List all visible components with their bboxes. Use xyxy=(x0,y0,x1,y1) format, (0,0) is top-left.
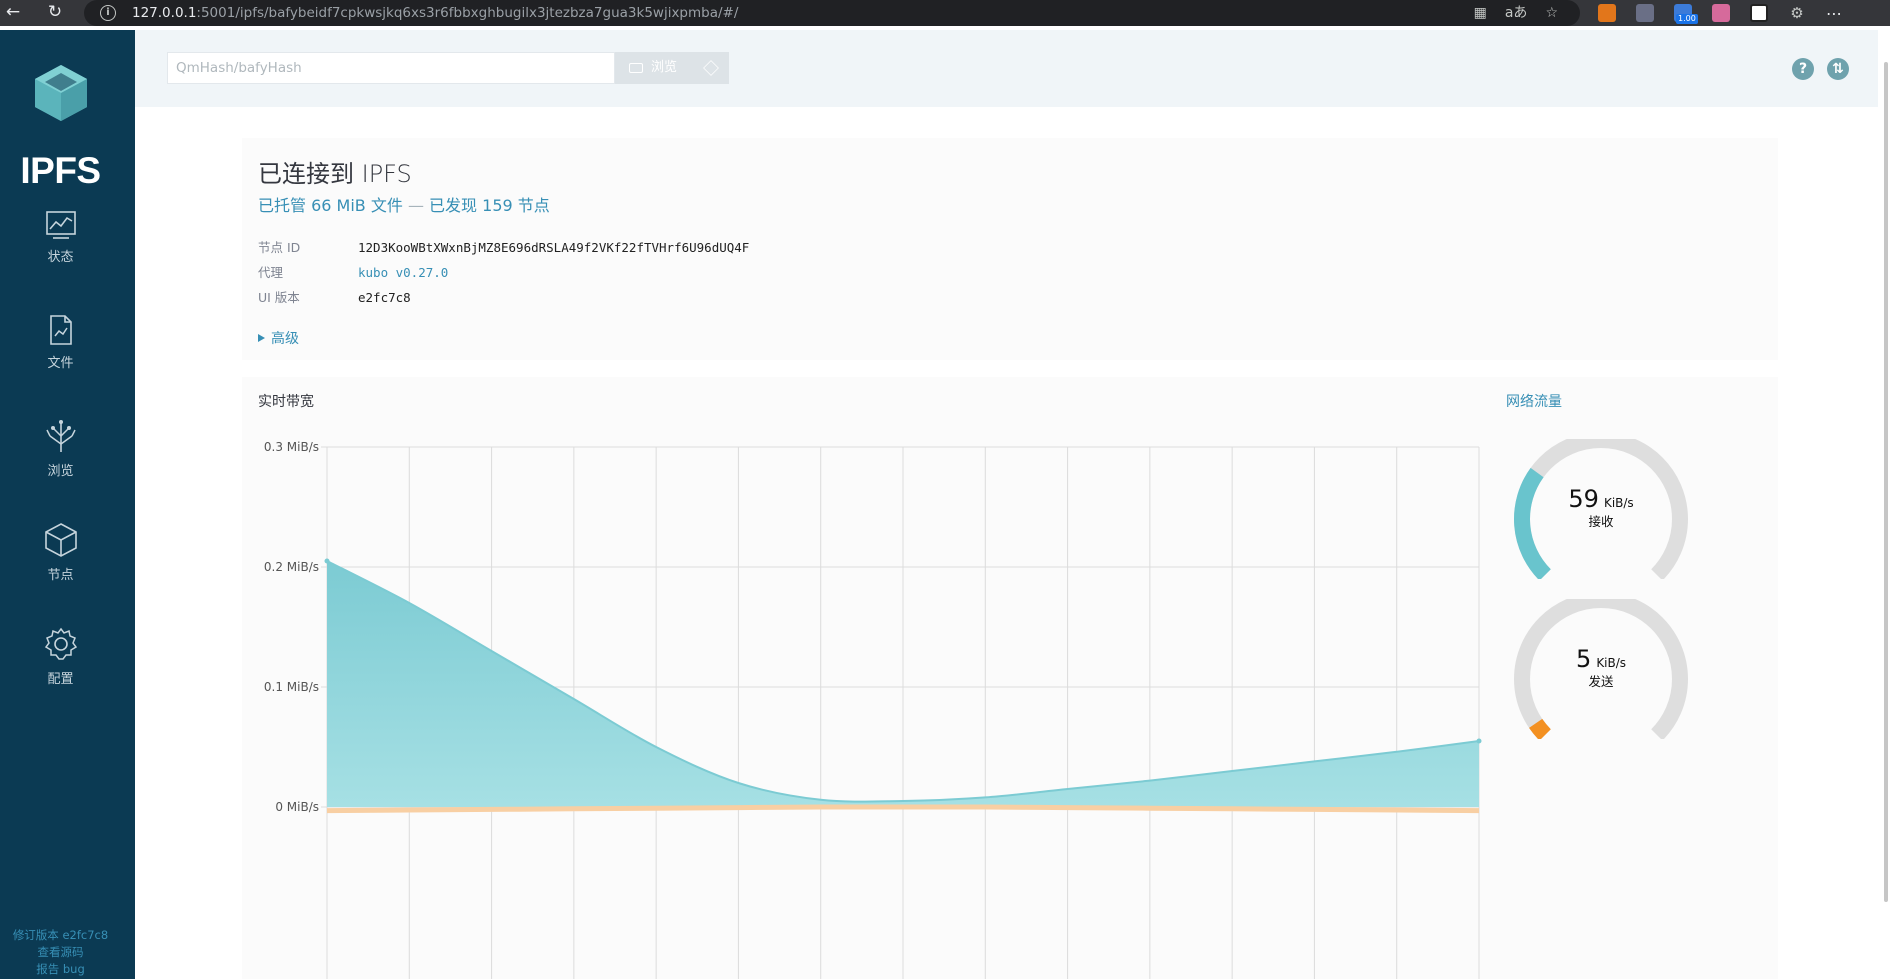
revision-link[interactable]: 修订版本 e2fc7c8 xyxy=(0,927,121,944)
tree-icon xyxy=(45,420,76,452)
browser-toolbar: ← ↻ i 127.0.0.1:5001/ipfs/bafybeidf7cpkw… xyxy=(0,0,1890,26)
receive-value: 59 xyxy=(1568,485,1599,513)
advanced-label: 高级 xyxy=(271,331,299,347)
y-tick-label: 0.1 MiB/s xyxy=(264,680,319,694)
receive-unit: KiB/s xyxy=(1603,496,1634,510)
separator: — xyxy=(407,196,424,215)
document-icon xyxy=(49,315,72,345)
face-extension-icon[interactable] xyxy=(1750,4,1768,22)
counter-extension-icon[interactable]: 1.00 xyxy=(1674,4,1698,24)
ui-version-label: UI 版本 xyxy=(258,290,300,305)
agent-row: 代理 kubo v0.27.0 xyxy=(258,262,448,281)
receive-readout: 59 KiB/s 接收 xyxy=(1513,485,1689,530)
connection-title: 已连接到 IPFS xyxy=(258,160,412,188)
scrollbar-thumb[interactable] xyxy=(1884,62,1888,902)
node-id-value: 12D3KooWBtXWxnBjMZ8E696dRSLA49f2VKf22fTV… xyxy=(358,240,750,255)
sidebar-item-status[interactable]: 状态 xyxy=(0,210,121,265)
help-icon[interactable]: ? xyxy=(1792,58,1814,80)
page-scrollbar[interactable] xyxy=(1878,26,1890,979)
y-tick-label: 0 MiB/s xyxy=(275,800,319,814)
view-source-link[interactable]: 查看源码 xyxy=(0,944,121,961)
node-id-row: 节点 ID 12D3KooWBtXWxnBjMZ8E696dRSLA49f2VKf… xyxy=(258,237,749,256)
extension-badge: 1.00 xyxy=(1676,14,1698,24)
agent-extension-icon[interactable] xyxy=(1636,4,1654,22)
caret-right-icon xyxy=(258,334,265,342)
translate-icon[interactable]: aあ xyxy=(1505,0,1528,26)
reading-mode-icon[interactable]: ▦ xyxy=(1474,0,1487,26)
status-card: 已连接到 IPFS 已托管 66 MiB 文件 — 已发现 159 节点 节点 … xyxy=(242,138,1778,360)
search-input[interactable]: QmHash/bafyHash xyxy=(167,52,615,84)
receive-gauge: 59 KiB/s 接收 xyxy=(1513,432,1689,581)
sync-icon[interactable]: ⇅ xyxy=(1827,58,1849,80)
sidebar-item-label: 状态 xyxy=(47,250,74,265)
bandwidth-chart: 0 MiB/s 0.1 MiB/s 0.2 MiB/s 0.3 MiB/s xyxy=(264,440,1482,979)
sidebar-item-label: 配置 xyxy=(47,672,74,687)
sidebar-item-peers[interactable]: 节点 xyxy=(0,522,121,583)
url-host: 127.0.0.1 xyxy=(132,5,197,21)
bandwidth-card: 实时带宽 网络流量 0 MiB/s 0.1 MiB/s 0.2 MiB/s 0.3 M… xyxy=(242,377,1778,979)
browse-label: 浏览 xyxy=(651,60,678,75)
gear-icon xyxy=(44,627,77,660)
reload-icon[interactable]: ↻ xyxy=(42,0,68,26)
info-icon[interactable]: i xyxy=(100,5,116,21)
sidebar-item-files[interactable]: 文件 xyxy=(0,314,121,371)
send-label: 发送 xyxy=(1588,674,1614,689)
sidebar-item-label: 浏览 xyxy=(47,464,74,479)
send-readout: 5 KiB/s 发送 xyxy=(1513,645,1689,690)
top-bar: QmHash/bafyHash 浏览 ? ⇅ xyxy=(135,30,1890,107)
sidebar-item-label: 节点 xyxy=(47,568,74,583)
url-path: :5001/ipfs/bafybeidf7cpkwsjkq6xs3r6fbbxg… xyxy=(196,5,739,21)
agent-label: 代理 xyxy=(258,265,284,280)
extension-icon[interactable]: ⚙ xyxy=(1788,4,1806,22)
sidebar-item-explore[interactable]: 浏览 xyxy=(0,418,121,479)
browse-button[interactable]: 浏览 xyxy=(615,52,729,84)
menu-icon[interactable]: ⋯ xyxy=(1826,4,1843,23)
send-unit: KiB/s xyxy=(1596,656,1627,670)
status-summary: 已托管 66 MiB 文件 — 已发现 159 节点 xyxy=(258,192,550,216)
advanced-toggle[interactable]: 高级 xyxy=(258,328,299,348)
star-icon[interactable]: ☆ xyxy=(1545,0,1558,26)
ipfs-logo-icon[interactable] xyxy=(33,63,89,121)
data-point xyxy=(324,558,330,564)
sidebar-item-label: 文件 xyxy=(47,356,74,371)
pink-extension-icon[interactable] xyxy=(1712,4,1730,22)
back-icon[interactable]: ← xyxy=(0,0,26,26)
hosting-link[interactable]: 已托管 66 MiB 文件 xyxy=(258,196,403,215)
folder-icon xyxy=(629,62,643,73)
peers-link[interactable]: 已发现 159 节点 xyxy=(429,196,550,215)
agent-link[interactable]: kubo v0.27.0 xyxy=(358,265,448,280)
y-tick-label: 0.2 MiB/s xyxy=(264,560,319,574)
ui-version-value: e2fc7c8 xyxy=(358,290,411,305)
send-gauge: 5 KiB/s 发送 xyxy=(1513,592,1689,741)
traffic-title: 网络流量 xyxy=(1506,394,1562,410)
logo-text: IPFS xyxy=(20,150,101,191)
ipfs-cube-icon xyxy=(703,60,719,76)
chart-icon xyxy=(45,211,76,239)
ui-version-row: UI 版本 e2fc7c8 xyxy=(258,287,411,306)
receive-label: 接收 xyxy=(1588,514,1614,529)
report-bug-link[interactable]: 报告 bug xyxy=(0,961,121,978)
sidebar-item-settings[interactable]: 配置 xyxy=(0,626,121,687)
y-tick-label: 0.3 MiB/s xyxy=(264,440,319,454)
address-bar[interactable]: i 127.0.0.1:5001/ipfs/bafybeidf7cpkwsjkq… xyxy=(84,0,1580,26)
cube-icon xyxy=(44,523,77,557)
node-id-label: 节点 ID xyxy=(258,240,301,255)
send-gauge-fill xyxy=(1529,718,1551,741)
sidebar: IPFS 状态 文件 浏览 节点 配置 修订版本 e2fc7c8 查看源码 报告… xyxy=(0,30,135,979)
send-value: 5 xyxy=(1575,645,1592,673)
metamask-extension-icon[interactable] xyxy=(1598,4,1616,22)
data-point xyxy=(1476,738,1482,744)
